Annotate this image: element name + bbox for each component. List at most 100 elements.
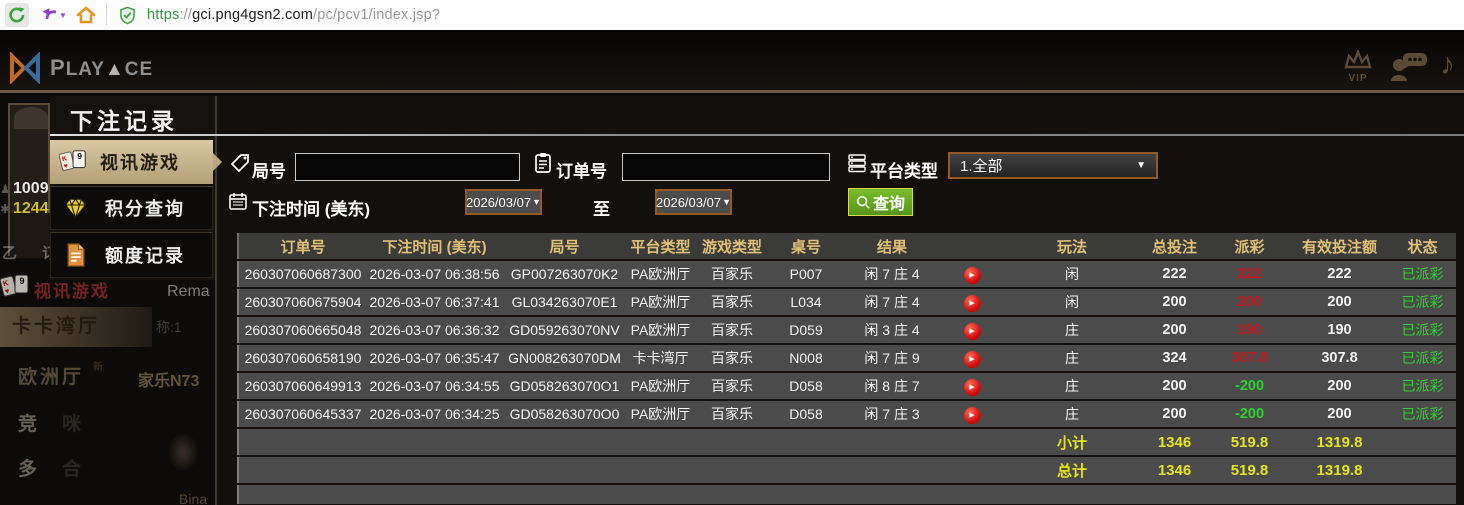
- sidebar-item-label: 额度记录: [105, 246, 185, 266]
- cell-valid-bet: 200: [1327, 406, 1352, 422]
- summary-total-bet: 1346: [1157, 433, 1192, 451]
- table-row: 260307060675904 2026-03-07 06:37:41 GL0342…: [237, 289, 1456, 315]
- cell-game: 百家乐: [711, 266, 753, 282]
- cell-game: 百家乐: [711, 322, 753, 338]
- platform-type-select[interactable]: 1.全部 ▼: [948, 152, 1158, 179]
- bg-nav-kakawan: 卡卡湾厅: [0, 307, 152, 347]
- table-row: 260307060687300 2026-03-07 06:38:56 GP0072…: [237, 261, 1456, 287]
- date-to-value: 2026/03/07: [656, 194, 722, 210]
- vip-label: VIP: [1348, 73, 1368, 84]
- security-shield-icon[interactable]: [119, 6, 136, 30]
- cell-total-bet: 200: [1162, 406, 1187, 422]
- sidebar-item-video-games[interactable]: K ♥ 9 视讯游戏: [50, 140, 222, 184]
- cell-playtype: 庄: [1065, 378, 1079, 394]
- summary-row: 小计 1346 519.8 1319.8: [237, 429, 1456, 455]
- play-video-button[interactable]: ▶: [963, 350, 981, 368]
- cell-table: P007: [789, 266, 823, 282]
- bg-bina-text: Bina: [179, 491, 208, 505]
- playace-logo: PLAY▲CE: [8, 52, 153, 84]
- cell-valid-bet: 200: [1327, 294, 1352, 310]
- bg-nav-duo: 多: [18, 459, 41, 480]
- platform-type-label: 平台类型: [870, 162, 938, 181]
- cell-play-video: ▶: [942, 376, 1002, 396]
- col-header: 订单号: [280, 238, 326, 256]
- sidebar-item-points-query[interactable]: 积分查询: [50, 186, 213, 230]
- col-header: 桌号: [790, 238, 821, 256]
- music-icon[interactable]: ♪: [1440, 48, 1455, 82]
- cell-play-video: ▶: [942, 404, 1002, 424]
- summary-label: 小计: [1056, 434, 1087, 452]
- cell-result: 闲 3 庄 4: [864, 322, 920, 338]
- play-video-button[interactable]: ▶: [963, 322, 981, 340]
- cell-result: 闲 7 庄 9: [864, 350, 920, 366]
- cell-table: D058: [789, 406, 823, 422]
- cell-result: 闲 8 庄 7: [864, 378, 920, 394]
- play-video-button[interactable]: ▶: [963, 378, 981, 396]
- address-bar[interactable]: https://gci.png4gsn2.com/pc/pcv1/index.j…: [147, 7, 440, 23]
- col-header: 平台类型: [630, 238, 691, 256]
- cell-payout: 190: [1237, 322, 1262, 338]
- customer-service-icon[interactable]: [1390, 52, 1428, 87]
- platform-type-value: 1.全部: [960, 158, 1003, 175]
- col-header: 总投注: [1151, 238, 1197, 256]
- url-host: gci.png4gsn2.com: [192, 7, 314, 23]
- cell-time: 2026-03-07 06:34:25: [369, 406, 500, 422]
- cell-playtype: 庄: [1065, 350, 1079, 366]
- cell-game: 百家乐: [711, 294, 753, 310]
- date-to-select[interactable]: 2026/03/07 ▼: [655, 189, 732, 215]
- reload-icon[interactable]: [5, 3, 29, 27]
- home-icon[interactable]: [74, 3, 98, 27]
- screen: ▼ https://gci.png4gsn2.com/pc/pcv1/index…: [0, 0, 1464, 505]
- cell-payout: -200: [1234, 378, 1265, 394]
- summary-valid-bet: 1319.8: [1316, 461, 1363, 479]
- cell-order: 260307060687300: [244, 266, 362, 282]
- cell-table: N008: [789, 350, 823, 366]
- bg-text-fragment: 乙: [2, 245, 18, 262]
- cell-play-video: ▶: [942, 348, 1002, 368]
- table-row: 260307060658190 2026-03-07 06:35:47 GN0082…: [237, 345, 1456, 371]
- vip-button[interactable]: VIP: [1340, 48, 1376, 84]
- cell-round: GL034263070E1: [511, 294, 618, 310]
- bg-nav-duo-dim: 合: [62, 459, 82, 480]
- play-video-button[interactable]: ▶: [963, 406, 981, 424]
- bg-remark-text: Rema: [167, 283, 210, 300]
- gem-icon: [57, 197, 93, 220]
- to-label: 至: [593, 200, 610, 219]
- url-path: /pc/pcv1/index.jsp?: [313, 7, 441, 23]
- summary-payout: 519.8: [1230, 461, 1269, 479]
- round-number-input[interactable]: [295, 153, 520, 181]
- undo-dropdown-caret[interactable]: ▼: [59, 11, 67, 20]
- undo-icon[interactable]: [37, 3, 61, 27]
- crown-icon: [1344, 48, 1372, 69]
- cell-table: L034: [790, 294, 822, 310]
- document-icon: [57, 243, 93, 267]
- order-number-input[interactable]: [622, 153, 830, 181]
- cell-payout: 222: [1237, 266, 1262, 282]
- table-row: 260307060665048 2026-03-07 06:36:32 GD0592…: [237, 317, 1456, 343]
- svg-text:9: 9: [20, 276, 25, 286]
- summary-row: 总计 1346 519.8 1319.8: [237, 457, 1456, 483]
- cell-payout: 307.8: [1231, 350, 1268, 366]
- reload-glyph: [9, 7, 25, 23]
- play-video-button[interactable]: ▶: [963, 266, 981, 284]
- cell-order: 260307060665048: [244, 322, 362, 338]
- col-header: 游戏类型: [701, 238, 762, 256]
- search-button[interactable]: 查询: [848, 188, 913, 216]
- cell-round: GP007263070K2: [510, 266, 619, 282]
- undo-glyph: [42, 8, 57, 20]
- sidebar-item-label: 积分查询: [105, 199, 185, 219]
- cell-platform: PA欧洲厅: [630, 294, 691, 310]
- sidebar-item-quota-records[interactable]: 额度记录: [50, 232, 213, 278]
- cell-time: 2026-03-07 06:34:55: [369, 378, 500, 394]
- cell-play-video: ▶: [942, 264, 1002, 284]
- cell-play-video: ▶: [942, 320, 1002, 340]
- play-video-button[interactable]: ▶: [963, 294, 981, 312]
- cell-payout: -200: [1234, 406, 1265, 422]
- date-from-value: 2026/03/07: [466, 194, 532, 210]
- cell-result: 闲 7 庄 4: [864, 266, 920, 282]
- date-from-select[interactable]: 2026/03/07 ▼: [465, 189, 542, 215]
- cell-playtype: 闲: [1065, 294, 1079, 310]
- app-header: PLAY▲CE VIP ♪: [0, 30, 1464, 93]
- bg-nav-jing-dim: 咪: [62, 414, 82, 435]
- bg-cards-icon: K ♥ 9: [0, 272, 32, 307]
